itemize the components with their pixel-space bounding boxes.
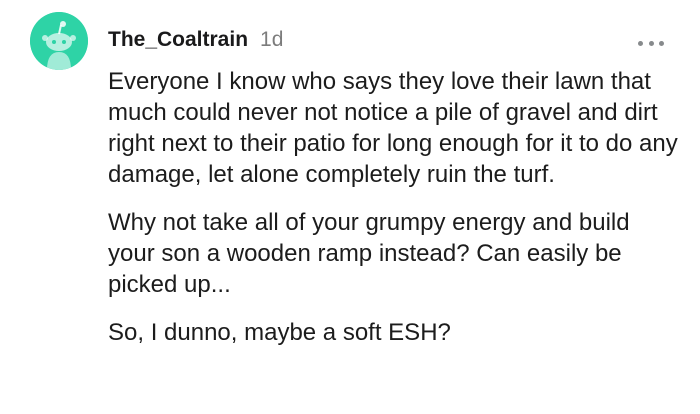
timestamp: 1d (260, 28, 284, 51)
dot (648, 40, 654, 46)
comment-header: The_Coaltrain 1d (108, 28, 283, 56)
more-options-icon[interactable] (638, 36, 664, 50)
comment-paragraph: So, I dunno, maybe a soft ESH? (108, 319, 451, 346)
dot (638, 40, 643, 46)
comment-paragraph: Everyone I know who says they love their… (108, 68, 678, 188)
username[interactable]: The_Coaltrain (108, 28, 248, 52)
reddit-snoo-avatar-icon (30, 12, 88, 70)
comment-body: Everyone I know who says they love their… (108, 66, 678, 365)
comment-paragraph: Why not take all of your grumpy energy a… (108, 209, 630, 298)
comment: The_Coaltrain 1d Everyone I know who say… (0, 0, 700, 414)
dot (659, 40, 664, 46)
avatar[interactable] (30, 12, 88, 70)
